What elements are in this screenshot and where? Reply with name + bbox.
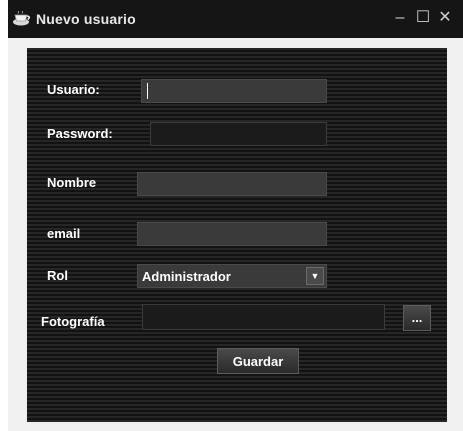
text-cursor (147, 83, 148, 99)
close-button[interactable]: ✕ (435, 8, 455, 28)
browse-photo-button[interactable]: ... (403, 305, 431, 331)
save-button[interactable]: Guardar (217, 348, 299, 374)
rol-label: Rol (47, 268, 68, 283)
coffee-cup-icon (13, 11, 30, 26)
new-user-window: Nuevo usuario – ☐ ✕ Usuario: Password: N… (8, 0, 463, 431)
form-panel: Usuario: Password: Nombre email Rol Admi… (27, 48, 447, 422)
nombre-input[interactable] (137, 172, 327, 196)
fotografia-label: Fotografía (41, 314, 105, 329)
maximize-button[interactable]: ☐ (413, 8, 433, 28)
chevron-down-icon[interactable]: ▼ (306, 267, 324, 285)
window-title: Nuevo usuario (36, 11, 136, 27)
email-input[interactable] (137, 222, 327, 246)
window-content: Usuario: Password: Nombre email Rol Admi… (8, 38, 463, 431)
nombre-label: Nombre (47, 175, 97, 190)
password-label: Password: (47, 126, 113, 141)
email-label: email (47, 226, 81, 241)
usuario-input[interactable] (141, 79, 327, 103)
fotografia-input[interactable] (142, 304, 385, 330)
rol-select[interactable]: Administrador ▼ (137, 264, 327, 288)
title-bar[interactable]: Nuevo usuario – ☐ ✕ (8, 0, 463, 38)
usuario-label: Usuario: (47, 82, 100, 97)
rol-selected-value: Administrador (142, 269, 231, 284)
password-input[interactable] (150, 122, 327, 146)
minimize-button[interactable]: – (390, 8, 410, 28)
